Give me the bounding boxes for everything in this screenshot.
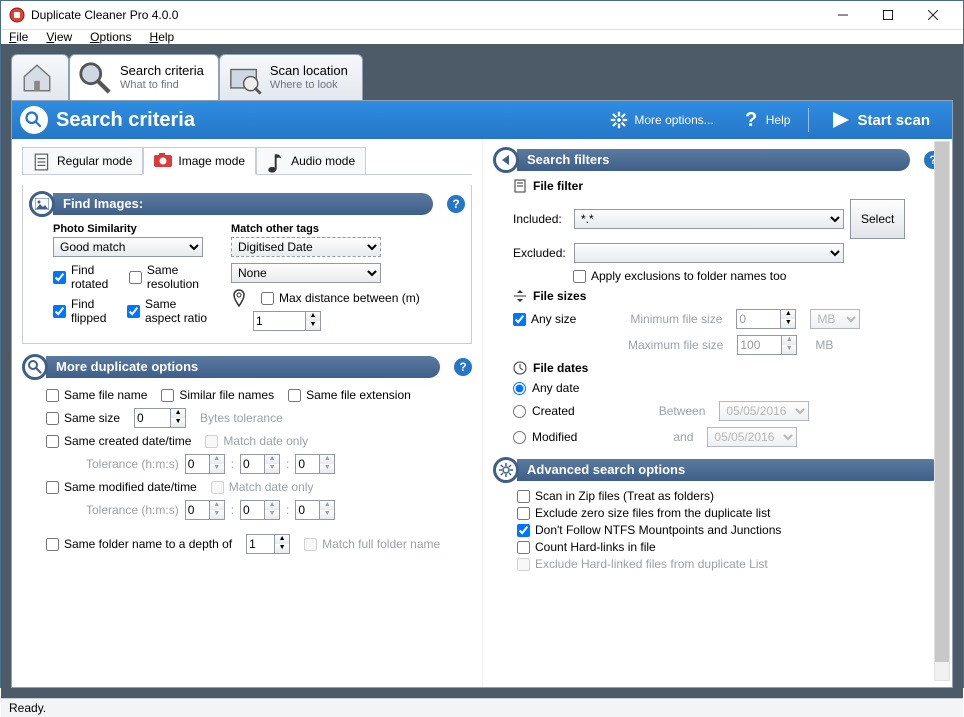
section-title: Advanced search options xyxy=(517,459,942,481)
photo-similarity-select[interactable]: Good match xyxy=(53,237,203,257)
modified-radio[interactable]: Modified xyxy=(513,430,577,444)
clock-icon xyxy=(513,361,527,375)
question-icon: ? xyxy=(742,109,760,131)
ntfs-checkbox[interactable]: Don't Follow NTFS Mountpoints and Juncti… xyxy=(517,523,936,537)
help-icon[interactable]: ? xyxy=(447,195,465,213)
same-ext-checkbox[interactable]: Same file extension xyxy=(288,388,411,402)
apply-exclusions-checkbox[interactable]: Apply exclusions to folder names too xyxy=(573,269,786,283)
match-tag2-select[interactable]: None xyxy=(231,263,381,283)
page-header: Search criteria More options... ? Help S… xyxy=(12,101,952,139)
created-radio[interactable]: Created xyxy=(513,404,575,418)
search-icon xyxy=(20,106,48,134)
any-date-radio[interactable]: Any date xyxy=(513,381,579,395)
menubar: File View Options Help xyxy=(1,30,963,44)
same-aspect-checkbox[interactable]: Same aspect ratio xyxy=(127,297,213,325)
home-icon xyxy=(20,61,54,95)
same-created-checkbox[interactable]: Same created date/time xyxy=(46,434,191,448)
more-options-button[interactable]: More options... xyxy=(600,107,723,133)
maximize-button[interactable] xyxy=(865,1,910,29)
section-title: Find Images: xyxy=(53,193,433,215)
match-full-folder-checkbox[interactable]: Match full folder name xyxy=(304,537,440,551)
gear-icon xyxy=(493,457,519,483)
count-hardlinks-checkbox[interactable]: Count Hard-links in file xyxy=(517,540,936,554)
start-scan-button[interactable]: Start scan xyxy=(817,105,944,135)
any-size-checkbox[interactable]: Any size xyxy=(513,312,576,326)
date-from-select[interactable]: 05/05/2016 xyxy=(719,401,809,421)
chevron-left-icon[interactable] xyxy=(493,147,519,173)
same-folder-checkbox[interactable]: Same folder name to a depth of xyxy=(46,537,232,551)
match-date-only-checkbox[interactable]: Match date only xyxy=(205,434,308,448)
max-distance-spinner[interactable]: ▲▼ xyxy=(253,311,321,331)
find-flipped-checkbox[interactable]: Find flipped xyxy=(53,297,113,325)
page-title: Search criteria xyxy=(56,109,592,132)
app-icon xyxy=(9,7,25,23)
find-rotated-checkbox[interactable]: Find rotated xyxy=(53,263,119,291)
included-select[interactable]: *.* xyxy=(574,209,844,229)
titlebar: Duplicate Cleaner Pro 4.0.0 xyxy=(1,1,963,30)
tab-label: Search criteria xyxy=(120,64,204,79)
folder-depth-spinner[interactable]: ▲▼ xyxy=(246,534,290,554)
location-pin-icon xyxy=(231,289,247,307)
minimize-button[interactable] xyxy=(820,1,865,29)
vertical-scrollbar[interactable] xyxy=(934,141,950,681)
tab-home[interactable] xyxy=(11,54,69,100)
svg-text:?: ? xyxy=(745,109,757,131)
tab-scan-location[interactable]: Scan locationWhere to look xyxy=(219,54,363,100)
tab-regular-mode[interactable]: Regular mode xyxy=(22,147,143,174)
image-icon xyxy=(29,191,55,217)
match-date-only-checkbox[interactable]: Match date only xyxy=(211,480,314,494)
help-icon[interactable]: ? xyxy=(454,358,472,376)
statusbar: Ready. xyxy=(1,698,963,717)
menu-view[interactable]: View xyxy=(46,30,72,44)
scan-zip-checkbox[interactable]: Scan in Zip files (Treat as folders) xyxy=(517,489,936,503)
play-icon xyxy=(831,111,851,129)
window-title: Duplicate Cleaner Pro 4.0.0 xyxy=(31,8,820,22)
gear-icon xyxy=(610,111,628,129)
search-icon xyxy=(22,354,48,380)
resize-icon xyxy=(513,289,527,303)
menu-file[interactable]: File xyxy=(9,30,28,44)
max-distance-checkbox[interactable]: Max distance between (m) xyxy=(261,291,420,305)
exclude-zero-checkbox[interactable]: Exclude zero size files from the duplica… xyxy=(517,506,936,520)
tab-search-criteria[interactable]: Search criteriaWhat to find xyxy=(69,54,219,100)
date-to-select[interactable]: 05/05/2016 xyxy=(707,427,797,447)
same-modified-checkbox[interactable]: Same modified date/time xyxy=(46,480,197,494)
section-title: More duplicate options xyxy=(46,356,440,378)
exclude-hardlinks-checkbox[interactable]: Exclude Hard-linked files from duplicate… xyxy=(517,557,936,571)
camera-icon xyxy=(154,153,172,169)
same-resolution-checkbox[interactable]: Same resolution xyxy=(129,263,213,291)
same-size-checkbox[interactable]: Same size xyxy=(46,411,120,425)
music-note-icon xyxy=(267,153,285,169)
tab-image-mode[interactable]: Image mode xyxy=(143,147,256,175)
filter-icon xyxy=(513,179,527,193)
section-title: Search filters xyxy=(517,149,910,171)
match-tag1-select[interactable]: Digitised Date xyxy=(231,237,381,257)
help-button[interactable]: ? Help xyxy=(732,105,801,135)
document-icon xyxy=(33,153,51,169)
similar-filenames-checkbox[interactable]: Similar file names xyxy=(161,388,274,402)
menu-help[interactable]: Help xyxy=(150,30,175,44)
excluded-select[interactable] xyxy=(574,243,844,263)
bytes-tol-spinner[interactable]: ▲▼ xyxy=(134,408,186,428)
tab-audio-mode[interactable]: Audio mode xyxy=(256,147,366,174)
select-button[interactable]: Select xyxy=(850,199,905,239)
menu-options[interactable]: Options xyxy=(90,30,131,44)
folder-search-icon xyxy=(228,61,262,95)
search-icon xyxy=(78,61,112,95)
same-filename-checkbox[interactable]: Same file name xyxy=(46,388,147,402)
size-unit-select[interactable]: MB xyxy=(810,309,860,329)
close-button[interactable] xyxy=(910,1,955,29)
